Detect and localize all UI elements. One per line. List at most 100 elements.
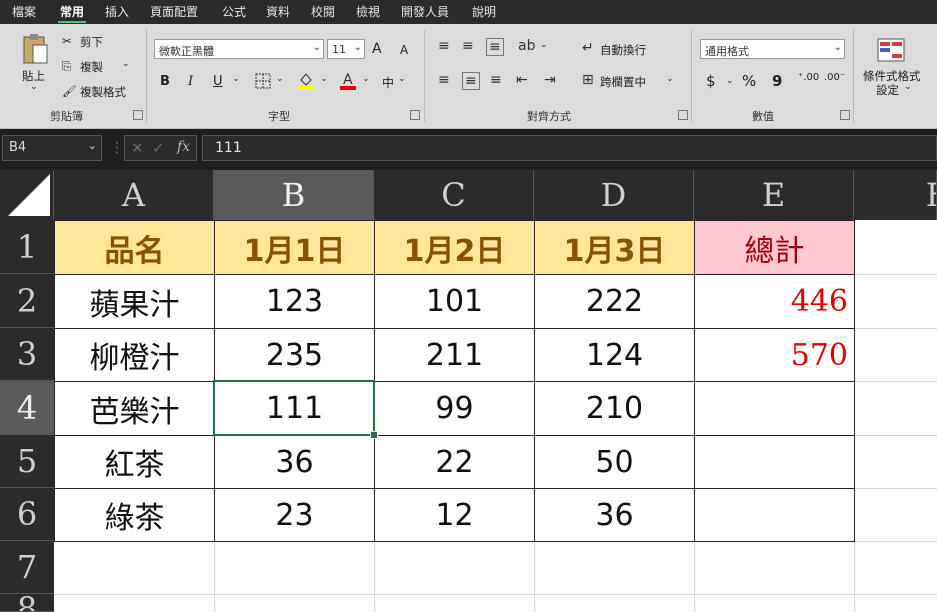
align-center-icon[interactable]: ≡ bbox=[462, 72, 480, 90]
increase-indent-icon[interactable]: ⇥ bbox=[544, 72, 556, 88]
cell-d3[interactable]: 124 bbox=[534, 328, 695, 382]
currency-icon[interactable]: $ bbox=[706, 72, 716, 90]
align-right-icon[interactable]: ≡ bbox=[490, 72, 502, 88]
cell-e3[interactable]: 570 bbox=[694, 328, 855, 382]
font-name-combo[interactable]: 微軟正黑體 ⌄ bbox=[154, 39, 324, 59]
cell-b4[interactable]: 111 bbox=[214, 381, 375, 436]
border-dropdown-icon[interactable]: ⌄ bbox=[276, 74, 284, 84]
font-size-combo[interactable]: 11 ⌄ bbox=[327, 39, 365, 59]
comma-style-icon[interactable]: 9 bbox=[772, 72, 782, 90]
menu-insert[interactable]: 插入 bbox=[105, 4, 129, 20]
cell-c4[interactable]: 99 bbox=[374, 381, 535, 436]
column-header-d[interactable]: D bbox=[534, 170, 694, 220]
align-bottom-icon[interactable]: ≡ bbox=[486, 38, 504, 56]
cut-label[interactable]: 剪下 bbox=[80, 34, 103, 50]
cell-b2[interactable]: 123 bbox=[214, 274, 375, 329]
wrap-text-label[interactable]: 自動換行 bbox=[600, 42, 646, 58]
cell-e1[interactable]: 總計 bbox=[694, 220, 855, 275]
cell-d4[interactable]: 210 bbox=[534, 381, 695, 436]
fill-handle[interactable] bbox=[370, 431, 378, 439]
italic-button[interactable]: I bbox=[188, 74, 193, 89]
cancel-icon[interactable]: ✕ bbox=[131, 139, 144, 157]
number-format-combo[interactable]: 通用格式 ⌄ bbox=[700, 39, 845, 59]
menu-page-layout[interactable]: 頁面配置 bbox=[150, 4, 198, 20]
wrap-text-icon[interactable]: ↵ bbox=[582, 40, 594, 56]
column-header-e[interactable]: E bbox=[694, 170, 854, 220]
cell-a3[interactable]: 柳橙汁 bbox=[54, 328, 215, 382]
insert-function-button[interactable]: fx bbox=[177, 139, 190, 155]
merge-center-icon[interactable]: ⊞ bbox=[582, 72, 594, 88]
orientation-dropdown-icon[interactable]: ⌄ bbox=[540, 40, 548, 50]
format-painter-label[interactable]: 複製格式 bbox=[80, 84, 126, 100]
name-box[interactable]: B4 ⌄ bbox=[2, 135, 102, 161]
chevron-down-icon[interactable]: ⌄ bbox=[88, 139, 97, 152]
cell-e5[interactable] bbox=[694, 435, 855, 489]
conditional-dropdown-icon[interactable]: ⌄ bbox=[904, 82, 912, 92]
column-header-b[interactable]: B bbox=[214, 170, 374, 220]
cell-e2[interactable]: 446 bbox=[694, 274, 855, 329]
cell-b3[interactable]: 235 bbox=[214, 328, 375, 382]
copy-dropdown-icon[interactable]: ⌄ bbox=[122, 59, 130, 69]
column-header-a[interactable]: A bbox=[54, 170, 214, 220]
cell-a6[interactable]: 綠茶 bbox=[54, 488, 215, 542]
percent-icon[interactable]: % bbox=[742, 72, 756, 90]
underline-dropdown-icon[interactable]: ⌄ bbox=[232, 74, 240, 84]
row-header-7[interactable]: 7 bbox=[0, 541, 54, 594]
orientation-icon[interactable]: ab bbox=[518, 38, 535, 54]
paste-icon[interactable] bbox=[18, 32, 52, 66]
select-all-button[interactable] bbox=[0, 170, 54, 220]
border-icon[interactable] bbox=[254, 72, 272, 90]
menu-formulas[interactable]: 公式 bbox=[222, 4, 246, 20]
menu-developer[interactable]: 開發人員 bbox=[401, 4, 449, 20]
decrease-indent-icon[interactable]: ⇤ bbox=[516, 72, 528, 88]
menu-home[interactable]: 常用 bbox=[60, 4, 84, 20]
cell-c3[interactable]: 211 bbox=[374, 328, 535, 382]
fill-color-icon[interactable] bbox=[296, 70, 316, 90]
cell-a2[interactable]: 蘋果汁 bbox=[54, 274, 215, 329]
align-middle-icon[interactable]: ≡ bbox=[462, 38, 474, 54]
formula-input[interactable]: 111 bbox=[202, 135, 937, 161]
cell-c5[interactable]: 22 bbox=[374, 435, 535, 489]
clipboard-launcher-icon[interactable] bbox=[133, 110, 143, 120]
menu-view[interactable]: 檢視 bbox=[356, 4, 380, 20]
row-header-3[interactable]: 3 bbox=[0, 328, 54, 381]
cell-b1[interactable]: 1月1日 bbox=[214, 220, 375, 275]
menu-help[interactable]: 說明 bbox=[472, 4, 496, 20]
column-header-c[interactable]: C bbox=[374, 170, 534, 220]
fill-color-dropdown-icon[interactable]: ⌄ bbox=[320, 74, 328, 84]
font-color-icon[interactable]: A bbox=[338, 70, 358, 90]
currency-dropdown-icon[interactable]: ⌄ bbox=[726, 76, 734, 86]
number-launcher-icon[interactable] bbox=[840, 110, 850, 120]
grow-font-icon[interactable]: A bbox=[372, 41, 382, 57]
merge-dropdown-icon[interactable]: ⌄ bbox=[666, 74, 674, 84]
font-color-dropdown-icon[interactable]: ⌄ bbox=[362, 74, 370, 84]
merge-center-label[interactable]: 跨欄置中 bbox=[600, 74, 646, 90]
cell-a5[interactable]: 紅茶 bbox=[54, 435, 215, 489]
cell-b5[interactable]: 36 bbox=[214, 435, 375, 489]
menu-file[interactable]: 檔案 bbox=[12, 4, 36, 20]
cell-d1[interactable]: 1月3日 bbox=[534, 220, 695, 275]
cell-c2[interactable]: 101 bbox=[374, 274, 535, 329]
row-header-6[interactable]: 6 bbox=[0, 488, 54, 541]
copy-label[interactable]: 複製 bbox=[80, 59, 103, 75]
cell-c6[interactable]: 12 bbox=[374, 488, 535, 542]
cell-a1[interactable]: 品名 bbox=[54, 220, 215, 275]
confirm-icon[interactable]: ✓ bbox=[152, 139, 165, 157]
increase-decimal-icon[interactable]: ⁺.00 bbox=[798, 72, 819, 83]
cell-a4[interactable]: 芭樂汁 bbox=[54, 381, 215, 436]
cut-icon[interactable]: ✂ bbox=[62, 34, 72, 48]
conditional-formatting-icon[interactable] bbox=[876, 36, 906, 64]
phonetic-dropdown-icon[interactable]: ⌄ bbox=[398, 74, 406, 84]
align-left-icon[interactable]: ≡ bbox=[438, 72, 450, 88]
cell-b6[interactable]: 23 bbox=[214, 488, 375, 542]
cell-c1[interactable]: 1月2日 bbox=[374, 220, 535, 275]
row-header-8[interactable]: 8 bbox=[0, 594, 54, 612]
bold-button[interactable]: B bbox=[160, 74, 170, 89]
shrink-font-icon[interactable]: A bbox=[400, 43, 408, 57]
row-header-2[interactable]: 2 bbox=[0, 274, 54, 328]
row-header-4[interactable]: 4 bbox=[0, 381, 54, 435]
cell-e6[interactable] bbox=[694, 488, 855, 542]
cell-e4[interactable] bbox=[694, 381, 855, 436]
row-header-1[interactable]: 1 bbox=[0, 220, 54, 274]
column-header-f[interactable]: F bbox=[854, 170, 937, 220]
